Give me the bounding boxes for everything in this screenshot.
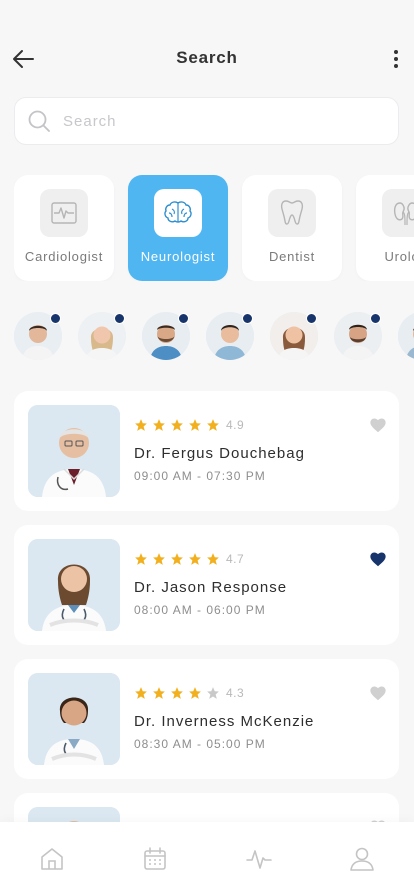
avatar[interactable] bbox=[270, 312, 318, 360]
doctor-card[interactable]: 4.3 Dr. Inverness McKenzie 08:30 AM - 05… bbox=[14, 659, 399, 779]
online-status-dot bbox=[242, 313, 253, 324]
star-icon bbox=[189, 553, 201, 565]
category-cardiologist[interactable]: Cardiologist bbox=[14, 175, 114, 281]
search-input[interactable] bbox=[63, 112, 363, 130]
heart-icon[interactable] bbox=[369, 417, 387, 433]
avatar[interactable] bbox=[398, 312, 414, 360]
category-neurologist[interactable]: Neurologist bbox=[128, 175, 228, 281]
doctor-card[interactable]: 4.7 Dr. Jason Response 08:00 AM - 06:00 … bbox=[14, 525, 399, 645]
doctor-name: Dr. Inverness McKenzie bbox=[134, 713, 315, 730]
rating-value: 4.9 bbox=[226, 418, 245, 432]
doctor-hours: 08:00 AM - 06:00 PM bbox=[134, 603, 266, 617]
heart-monitor-icon bbox=[40, 189, 88, 237]
doctor-hours: 08:30 AM - 05:00 PM bbox=[134, 737, 266, 751]
category-list: Cardiologist Neurologist Dentist Urolog bbox=[14, 175, 414, 281]
avatar[interactable] bbox=[14, 312, 62, 360]
profile-icon bbox=[350, 847, 375, 871]
category-label: Cardiologist bbox=[24, 249, 104, 264]
category-urologist[interactable]: Urolog bbox=[356, 175, 414, 281]
avatar[interactable] bbox=[142, 312, 190, 360]
online-status-dot bbox=[114, 313, 125, 324]
rating-stars: 4.3 bbox=[134, 686, 244, 700]
rating-value: 4.3 bbox=[226, 686, 245, 700]
nav-calendar[interactable] bbox=[140, 844, 170, 874]
rating-stars: 4.7 bbox=[134, 552, 244, 566]
doctor-hours: 09:00 AM - 07:30 PM bbox=[134, 469, 266, 483]
doctor-avatar-list bbox=[14, 312, 414, 362]
bottom-navigation bbox=[0, 822, 414, 896]
doctor-photo bbox=[28, 405, 120, 497]
star-icon bbox=[189, 419, 201, 431]
more-options-icon[interactable] bbox=[388, 46, 404, 72]
rating-stars: 4.9 bbox=[134, 418, 244, 432]
page-title: Search bbox=[176, 48, 238, 67]
heart-icon[interactable] bbox=[369, 551, 387, 567]
heart-icon[interactable] bbox=[369, 685, 387, 701]
star-icon bbox=[135, 687, 147, 699]
avatar[interactable] bbox=[206, 312, 254, 360]
star-icon bbox=[135, 553, 147, 565]
category-label: Dentist bbox=[268, 249, 316, 264]
header: Search bbox=[0, 38, 414, 78]
star-icon bbox=[153, 553, 165, 565]
category-label: Urolog bbox=[384, 249, 414, 264]
nav-profile[interactable] bbox=[347, 844, 377, 874]
category-label: Neurologist bbox=[140, 249, 216, 264]
star-icon bbox=[207, 553, 219, 565]
star-icon bbox=[171, 419, 183, 431]
nav-activity[interactable] bbox=[244, 844, 274, 874]
online-status-dot bbox=[50, 313, 61, 324]
star-icon bbox=[153, 687, 165, 699]
activity-icon bbox=[245, 850, 272, 869]
doctor-name: Dr. Fergus Douchebag bbox=[134, 445, 305, 462]
avatar[interactable] bbox=[334, 312, 382, 360]
star-icon bbox=[207, 419, 219, 431]
category-dentist[interactable]: Dentist bbox=[242, 175, 342, 281]
star-icon bbox=[189, 687, 201, 699]
star-empty-icon bbox=[207, 687, 219, 699]
rating-value: 4.7 bbox=[226, 552, 245, 566]
search-icon bbox=[28, 110, 50, 132]
star-icon bbox=[171, 687, 183, 699]
doctor-photo bbox=[28, 539, 120, 631]
doctor-photo bbox=[28, 673, 120, 765]
avatar[interactable] bbox=[78, 312, 126, 360]
tooth-icon bbox=[268, 189, 316, 237]
search-bar bbox=[14, 97, 399, 145]
doctor-card[interactable]: 4.9 Dr. Fergus Douchebag 09:00 AM - 07:3… bbox=[14, 391, 399, 511]
home-icon bbox=[40, 848, 63, 870]
doctor-name: Dr. Jason Response bbox=[134, 579, 288, 596]
calendar-icon bbox=[144, 847, 167, 870]
brain-icon bbox=[154, 189, 202, 237]
online-status-dot bbox=[306, 313, 317, 324]
nav-home[interactable] bbox=[37, 844, 67, 874]
online-status-dot bbox=[370, 313, 381, 324]
online-status-dot bbox=[178, 313, 189, 324]
star-icon bbox=[153, 419, 165, 431]
kidney-icon bbox=[382, 189, 414, 237]
star-icon bbox=[135, 419, 147, 431]
star-icon bbox=[171, 553, 183, 565]
